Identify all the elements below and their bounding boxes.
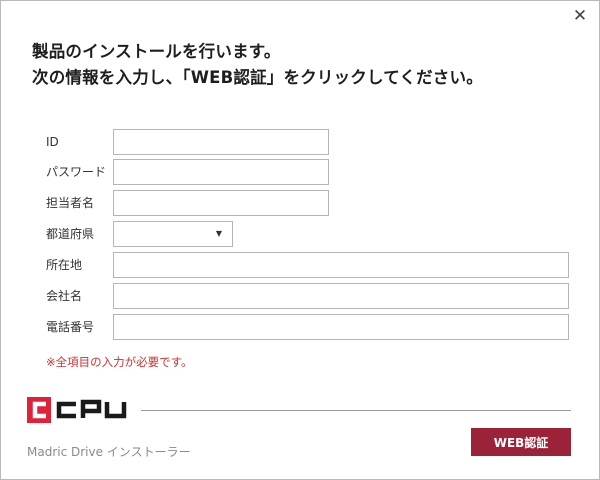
company-label: 会社名 xyxy=(46,289,83,303)
phone-input[interactable] xyxy=(113,314,569,340)
id-input[interactable] xyxy=(113,129,329,155)
web-auth-button[interactable]: WEB認証 xyxy=(471,428,571,456)
prefecture-label: 都道府県 xyxy=(46,227,95,241)
cpu-logo xyxy=(27,397,127,423)
person-name-input[interactable] xyxy=(113,190,329,216)
password-input[interactable] xyxy=(113,159,329,185)
installer-name: Madric Drive インストーラー xyxy=(27,445,191,459)
person-name-label: 担当者名 xyxy=(46,196,95,210)
close-icon[interactable]: ✕ xyxy=(569,5,591,27)
company-input[interactable] xyxy=(113,283,569,309)
password-label: パスワード xyxy=(46,165,107,179)
prefecture-select[interactable]: ▼ xyxy=(113,221,233,247)
address-input[interactable] xyxy=(113,252,569,278)
instruction-line-1: 製品のインストールを行います。 xyxy=(32,42,281,61)
chevron-down-icon: ▼ xyxy=(215,229,222,238)
id-label: ID xyxy=(46,135,59,149)
instruction-heading: 製品のインストールを行います。 次の情報を入力し、「WEB認証」をクリックしてく… xyxy=(32,39,483,91)
installer-window: ✕ 製品のインストールを行います。 次の情報を入力し、「WEB認証」をクリックし… xyxy=(0,0,600,480)
footer-divider xyxy=(141,410,571,411)
instruction-line-2: 次の情報を入力し、「WEB認証」をクリックしてください。 xyxy=(32,68,483,87)
required-fields-note: ※全項目の入力が必要です。 xyxy=(46,355,193,369)
address-label: 所在地 xyxy=(46,258,83,272)
phone-label: 電話番号 xyxy=(46,320,95,334)
